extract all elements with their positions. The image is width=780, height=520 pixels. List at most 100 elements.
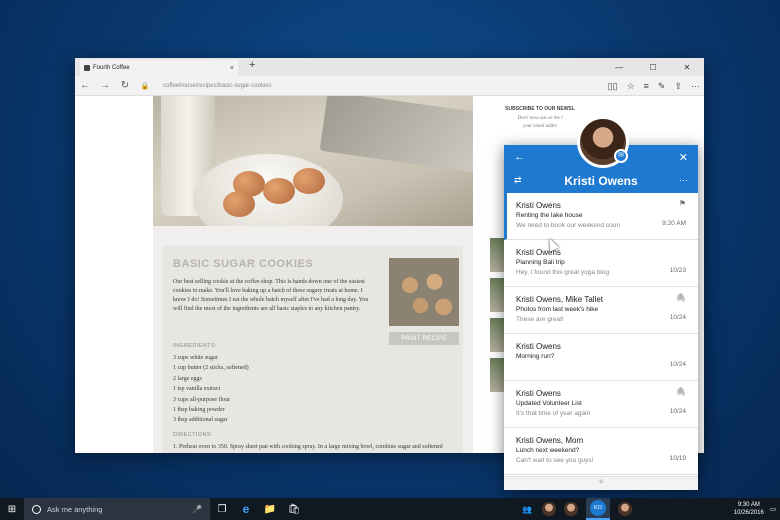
notification-icon[interactable]: ▭ <box>770 505 776 513</box>
message-subject: Photos from last week's hike <box>516 306 599 313</box>
cortana-search-box[interactable]: Ask me anything 🎤 <box>24 498 210 520</box>
ingredient: 3 tbsp additional sugar <box>173 417 228 424</box>
share-icon[interactable]: ⇪ <box>674 81 682 92</box>
message-date: 10/19 <box>669 455 686 462</box>
back-button[interactable]: ← <box>75 80 95 91</box>
clock-date: 10/26/2016 <box>733 510 764 516</box>
message-date: 10/24 <box>669 408 686 415</box>
pinned-contact-ko[interactable]: KO <box>586 498 610 520</box>
message-list: Kristi Owens Renting the lake house We n… <box>504 193 698 475</box>
directions-heading: DIRECTIONS: <box>173 432 213 438</box>
store-icon[interactable]: 🛍 <box>282 498 306 520</box>
directions-text: 1. Preheat oven to 350. Spray sheet pan … <box>173 444 443 450</box>
more-options-icon[interactable]: ··· <box>679 175 688 185</box>
lock-icon: 🔒 <box>140 82 150 90</box>
tab-close-icon[interactable]: × <box>230 65 234 72</box>
close-icon[interactable]: ✕ <box>679 151 688 164</box>
message-from: Kristi Owens <box>516 248 561 257</box>
browser-toolbar: ▯▯ ☆ ≡ ✎ ⇪ ··· <box>608 76 700 96</box>
tab-title: Fourth Coffee <box>93 65 130 71</box>
ingredients-list: 3 cups white sugar 1 cup butter (2 stick… <box>173 353 249 426</box>
file-explorer-icon[interactable]: 📁 <box>258 498 282 520</box>
tab-bar: Fourth Coffee × + — ☐ ✕ <box>75 58 704 76</box>
subscribe-tagline-2: your email addre <box>522 124 558 129</box>
message-preview: Can't wait to see you guys! <box>516 457 594 464</box>
contact-avatar-small[interactable] <box>564 502 578 516</box>
message-from: Kristi Owens, Mom <box>516 436 584 445</box>
message-subject: Lunch next weekend? <box>516 447 580 454</box>
message-preview: We need to book our weekend soon <box>516 222 620 229</box>
ingredient: 3 cups white sugar <box>173 355 218 361</box>
ko-avatar: KO <box>590 500 606 516</box>
message-subject: Updated Volunteer List <box>516 400 582 407</box>
ingredient: 2 large eggs <box>173 375 202 382</box>
contact-avatar[interactable]: ✉ <box>577 116 629 168</box>
message-item[interactable]: Kristi Owens Planning Bali trip Hey, I f… <box>504 240 698 287</box>
reading-view-icon[interactable]: ▯▯ <box>608 81 618 92</box>
message-item[interactable]: Kristi Owens Updated Volunteer List It's… <box>504 381 698 428</box>
message-item[interactable]: Kristi Owens, Mom Lunch next weekend? Ca… <box>504 428 698 475</box>
tab-fourth-coffee[interactable]: Fourth Coffee × <box>80 60 238 76</box>
recipe-intro: Our best selling cookie at the coffee sh… <box>173 279 369 312</box>
message-item[interactable]: Kristi Owens Renting the lake house We n… <box>504 193 698 240</box>
message-from: Kristi Owens, Mike Tallet <box>516 295 603 304</box>
message-preview: Hey, I found this great yoga blog <box>516 269 610 276</box>
contact-avatar-small[interactable] <box>618 502 632 516</box>
new-message-button[interactable]: + <box>504 476 698 490</box>
clock-time: 9:30 AM <box>737 502 760 508</box>
sidebar-thumbnail[interactable] <box>490 358 504 392</box>
sidebar-thumbnail[interactable] <box>490 278 504 312</box>
web-note-icon[interactable]: ✎ <box>658 81 666 92</box>
contact-avatar-small[interactable] <box>542 502 556 516</box>
clock[interactable]: 9:30 AM 10/26/2016 <box>734 501 764 517</box>
cookie-tray <box>319 96 473 173</box>
refresh-button[interactable]: ↻ <box>115 80 135 91</box>
cortana-icon <box>32 504 41 514</box>
people-mail-flyout: ← ✕ ⇄ Kristi Owens ··· Kristi Owens Rent… <box>504 145 698 490</box>
close-button[interactable]: ✕ <box>670 58 704 76</box>
more-icon[interactable]: ··· <box>691 81 700 91</box>
print-recipe-button[interactable]: PRINT RECIPE <box>389 332 459 345</box>
message-subject: Morning run? <box>516 353 555 360</box>
message-date: 10/24 <box>669 361 686 368</box>
system-tray: 9:30 AM 10/26/2016 ▭ <box>734 498 776 520</box>
favorite-star-icon[interactable]: ☆ <box>627 81 635 92</box>
maximize-button[interactable]: ☐ <box>636 58 670 76</box>
flag-icon[interactable]: ⚑ <box>679 199 686 208</box>
message-date: 9:20 AM <box>662 220 686 227</box>
attachment-icon: 🖇 <box>675 387 686 396</box>
window-controls: — ☐ ✕ <box>602 58 704 76</box>
people-icon[interactable]: 👥 <box>520 498 534 520</box>
forward-button[interactable]: → <box>95 80 115 91</box>
subscribe-tagline: Don't miss out on the l <box>517 116 563 121</box>
sidebar-thumbnail[interactable] <box>490 238 504 272</box>
message-preview: These are great! <box>516 316 564 323</box>
message-item[interactable]: Kristi Owens Morning run? 10/24 <box>504 334 698 381</box>
microphone-icon[interactable]: 🎤 <box>192 505 202 514</box>
address-bar: ← → ↻ 🔒 coffeehouse/recipes/basic-sugar-… <box>75 76 704 96</box>
hub-icon[interactable]: ≡ <box>644 81 649 91</box>
recipe-title: BASIC SUGAR COOKIES <box>173 258 314 270</box>
minimize-button[interactable]: — <box>602 58 636 76</box>
cookie-image <box>389 258 459 326</box>
egg <box>263 178 295 204</box>
ingredients-heading: INGREDIENTS: <box>173 343 217 349</box>
taskbar: ⊞ Ask me anything 🎤 ❐ e 📁 🛍 👥 KO 9:30 AM… <box>0 498 780 520</box>
start-button[interactable]: ⊞ <box>0 498 24 520</box>
hero-image <box>153 96 473 226</box>
message-from: Kristi Owens <box>516 389 561 398</box>
message-date: 10/24 <box>669 314 686 321</box>
new-tab-button[interactable]: + <box>249 59 255 71</box>
ingredient: 1 tsp vanilla extract <box>173 386 221 393</box>
url-field[interactable]: coffeehouse/recipes/basic-sugar-cookies <box>163 83 272 89</box>
people-bar: 👥 KO <box>520 498 632 520</box>
search-placeholder: Ask me anything <box>47 504 103 514</box>
message-subject: Renting the lake house <box>516 212 583 219</box>
ingredient: 3 cups all-purpose flour <box>173 396 231 403</box>
sidebar-thumbnail[interactable] <box>490 318 504 352</box>
recipe-card: BASIC SUGAR COOKIES Our best selling coo… <box>163 246 463 453</box>
edge-icon[interactable]: e <box>234 498 258 520</box>
task-view-icon[interactable]: ❐ <box>210 498 234 520</box>
message-item[interactable]: Kristi Owens, Mike Tallet Photos from la… <box>504 287 698 334</box>
back-arrow-icon[interactable]: ← <box>514 151 525 163</box>
